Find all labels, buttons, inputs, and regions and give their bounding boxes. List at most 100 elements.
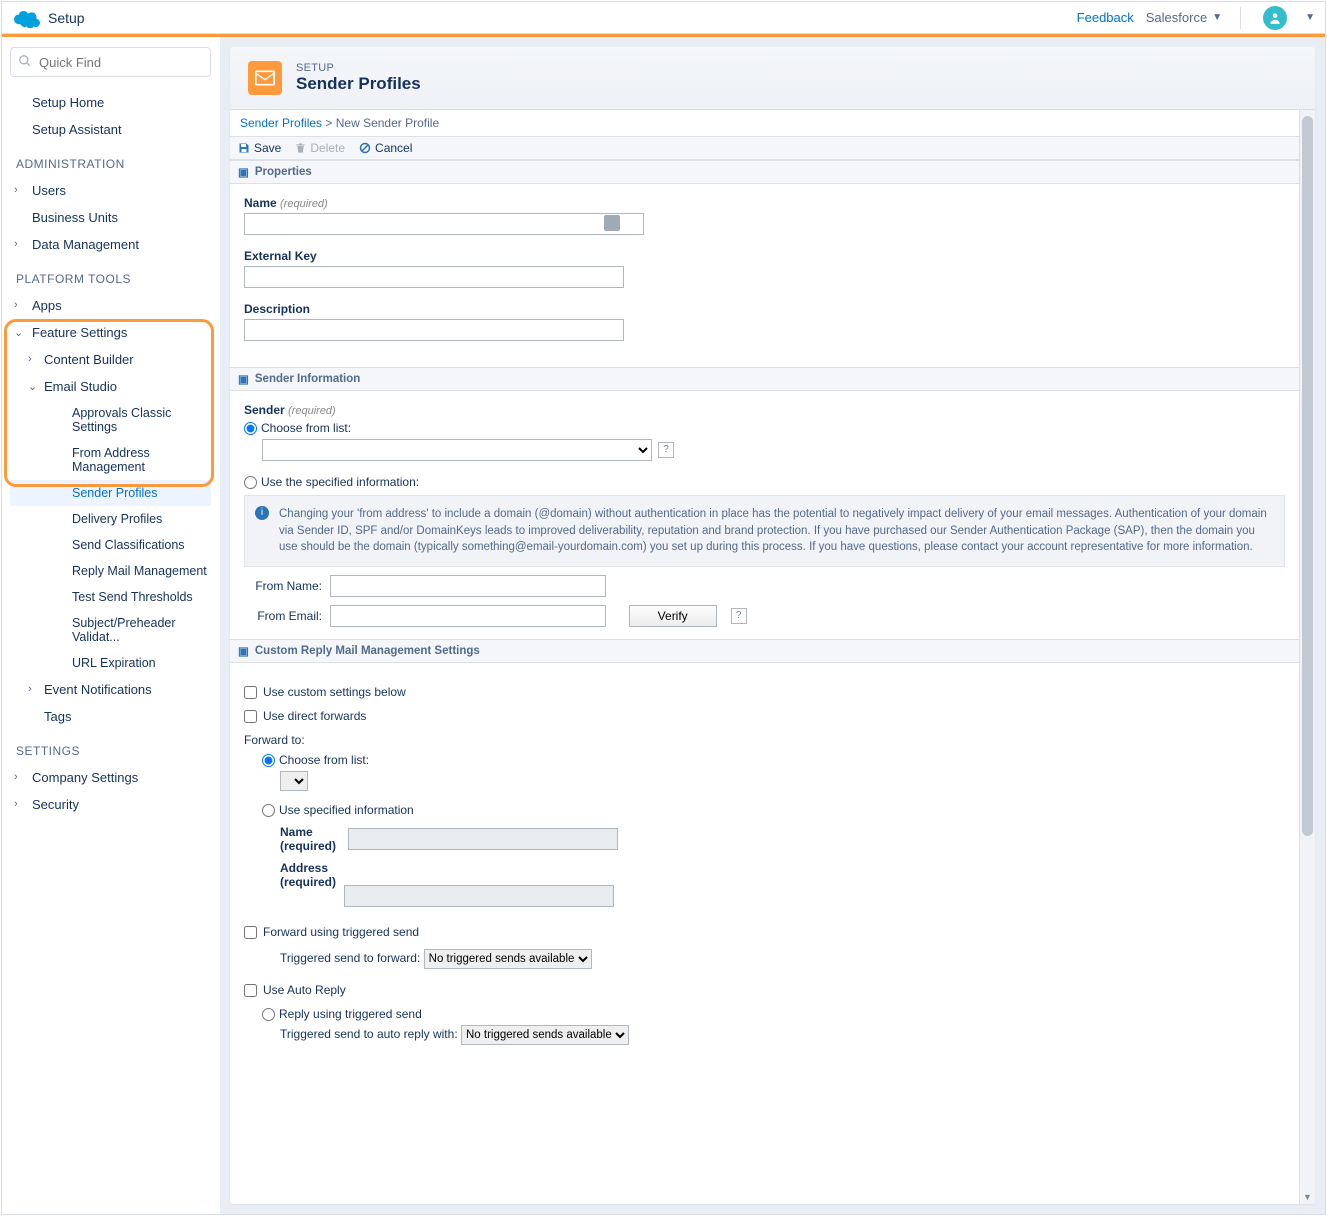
chevron-down-icon: ⌄	[14, 326, 23, 339]
search-icon	[18, 54, 32, 71]
use-auto-reply-label: Use Auto Reply	[263, 983, 346, 997]
forward-to-label: Forward to:	[244, 733, 1285, 747]
use-specified-radio[interactable]	[244, 476, 257, 489]
scroll-down-icon[interactable]: ▼	[1303, 1192, 1312, 1202]
fwd-use-specified-label: Use specified information	[279, 803, 414, 817]
fwd-use-specified-radio[interactable]	[262, 804, 275, 817]
choose-from-list-radio[interactable]	[244, 422, 257, 435]
toolbar: Save Delete Cancel	[230, 136, 1299, 160]
nav-business-units[interactable]: Business Units	[10, 204, 211, 231]
from-email-input[interactable]	[330, 605, 606, 627]
trig-reply-label: Triggered send to auto reply with:	[280, 1027, 458, 1041]
fwd-triggered-label: Forward using triggered send	[263, 925, 419, 939]
breadcrumb-parent[interactable]: Sender Profiles	[240, 116, 322, 130]
section-custom-reply[interactable]: ▣Custom Reply Mail Management Settings	[230, 639, 1299, 663]
use-direct-label: Use direct forwards	[263, 709, 366, 723]
section-sender-info[interactable]: ▣Sender Information	[230, 367, 1299, 391]
nav-send-classifications[interactable]: Send Classifications	[10, 532, 211, 558]
save-icon	[238, 142, 250, 154]
main-area: SETUP Sender Profiles Sender Profiles > …	[220, 37, 1325, 1214]
avatar[interactable]	[1263, 6, 1287, 30]
section-platform-tools: PLATFORM TOOLS	[10, 258, 211, 292]
fwd-name-input	[348, 828, 618, 850]
scrollbar-thumb[interactable]	[1302, 116, 1313, 836]
nav-subject-preheader[interactable]: Subject/Preheader Validat...	[10, 610, 211, 650]
nav-reply-mail[interactable]: Reply Mail Management	[10, 558, 211, 584]
chevron-down-icon: ▼	[1212, 12, 1222, 23]
chevron-right-icon: ›	[14, 771, 18, 783]
collapse-icon: ▣	[238, 372, 249, 386]
verify-button[interactable]: Verify	[629, 605, 717, 627]
scrollbar[interactable]: ▼	[1299, 110, 1315, 1204]
nav-test-send[interactable]: Test Send Thresholds	[10, 584, 211, 610]
from-email-label: From Email:	[244, 609, 322, 623]
external-key-input[interactable]	[244, 266, 624, 288]
fwd-select[interactable]	[280, 771, 308, 791]
chevron-right-icon: ›	[28, 683, 32, 695]
breadcrumb-current: New Sender Profile	[336, 116, 439, 130]
nav-content-builder[interactable]: ›Content Builder	[10, 346, 211, 373]
collapse-icon: ▣	[238, 644, 249, 658]
from-name-input[interactable]	[330, 575, 606, 597]
nav-setup-assistant[interactable]: Setup Assistant	[10, 116, 211, 143]
email-icon	[248, 61, 282, 95]
use-custom-label: Use custom settings below	[263, 685, 406, 699]
nav-tags[interactable]: Tags	[10, 703, 211, 730]
nav-sender-profiles[interactable]: Sender Profiles	[10, 480, 211, 506]
reply-triggered-label: Reply using triggered send	[279, 1007, 422, 1021]
breadcrumb: Sender Profiles > New Sender Profile	[230, 110, 1299, 136]
fwd-address-input	[344, 885, 614, 907]
quick-find-input[interactable]	[10, 47, 211, 77]
nav-users[interactable]: ›Users	[10, 177, 211, 204]
nav-event-notifications[interactable]: ›Event Notifications	[10, 676, 211, 703]
app-title: Setup	[48, 10, 1077, 26]
nav-delivery-profiles[interactable]: Delivery Profiles	[10, 506, 211, 532]
page-supertitle: SETUP	[296, 62, 421, 74]
help-icon[interactable]: ?	[731, 608, 747, 624]
topbar: Setup Feedback Salesforce▼ ▼	[2, 2, 1325, 34]
reply-triggered-radio[interactable]	[262, 1008, 275, 1021]
name-label: Name (required)	[244, 196, 1285, 210]
description-input[interactable]	[244, 319, 624, 341]
from-name-label: From Name:	[244, 579, 322, 593]
chevron-right-icon: ›	[14, 184, 18, 196]
choose-from-list-label: Choose from list:	[261, 421, 351, 435]
nav-setup-home[interactable]: Setup Home	[10, 89, 211, 116]
trig-fwd-select[interactable]: No triggered sends available	[424, 949, 592, 969]
nav-url-expiration[interactable]: URL Expiration	[10, 650, 211, 676]
name-input[interactable]	[244, 213, 644, 235]
use-specified-label: Use the specified information:	[261, 475, 419, 489]
org-switcher[interactable]: Salesforce▼	[1146, 10, 1222, 25]
chevron-right-icon: ›	[28, 353, 32, 365]
trash-icon	[295, 142, 306, 154]
chevron-down-icon[interactable]: ▼	[1305, 12, 1315, 23]
nav-apps[interactable]: ›Apps	[10, 292, 211, 319]
page-header: SETUP Sender Profiles	[230, 47, 1315, 110]
fwd-choose-list-radio[interactable]	[262, 754, 275, 767]
fwd-triggered-checkbox[interactable]	[244, 926, 257, 939]
description-label: Description	[244, 302, 1285, 316]
feedback-link[interactable]: Feedback	[1077, 10, 1134, 25]
save-button[interactable]: Save	[238, 141, 281, 155]
nav-security[interactable]: ›Security	[10, 791, 211, 818]
nav-feature-settings[interactable]: ⌄Feature Settings	[10, 319, 211, 346]
use-direct-checkbox[interactable]	[244, 710, 257, 723]
help-icon[interactable]: ?	[658, 442, 674, 458]
sender-select[interactable]	[262, 439, 652, 461]
section-properties[interactable]: ▣Properties	[230, 160, 1299, 184]
nav-email-studio[interactable]: ⌄Email Studio	[10, 373, 211, 400]
lookup-icon[interactable]	[604, 215, 620, 231]
nav-from-address[interactable]: From Address Management	[10, 440, 211, 480]
sender-label: Sender (required)	[244, 403, 1285, 417]
external-key-label: External Key	[244, 249, 1285, 263]
trig-reply-select[interactable]: No triggered sends available	[461, 1025, 629, 1045]
nav-company-settings[interactable]: ›Company Settings	[10, 764, 211, 791]
nav-approvals[interactable]: Approvals Classic Settings	[10, 400, 211, 440]
cancel-button[interactable]: Cancel	[359, 141, 412, 155]
page-title: Sender Profiles	[296, 74, 421, 94]
cancel-icon	[359, 142, 371, 154]
nav-data-management[interactable]: ›Data Management	[10, 231, 211, 258]
use-custom-checkbox[interactable]	[244, 686, 257, 699]
use-auto-reply-checkbox[interactable]	[244, 984, 257, 997]
section-settings: SETTINGS	[10, 730, 211, 764]
